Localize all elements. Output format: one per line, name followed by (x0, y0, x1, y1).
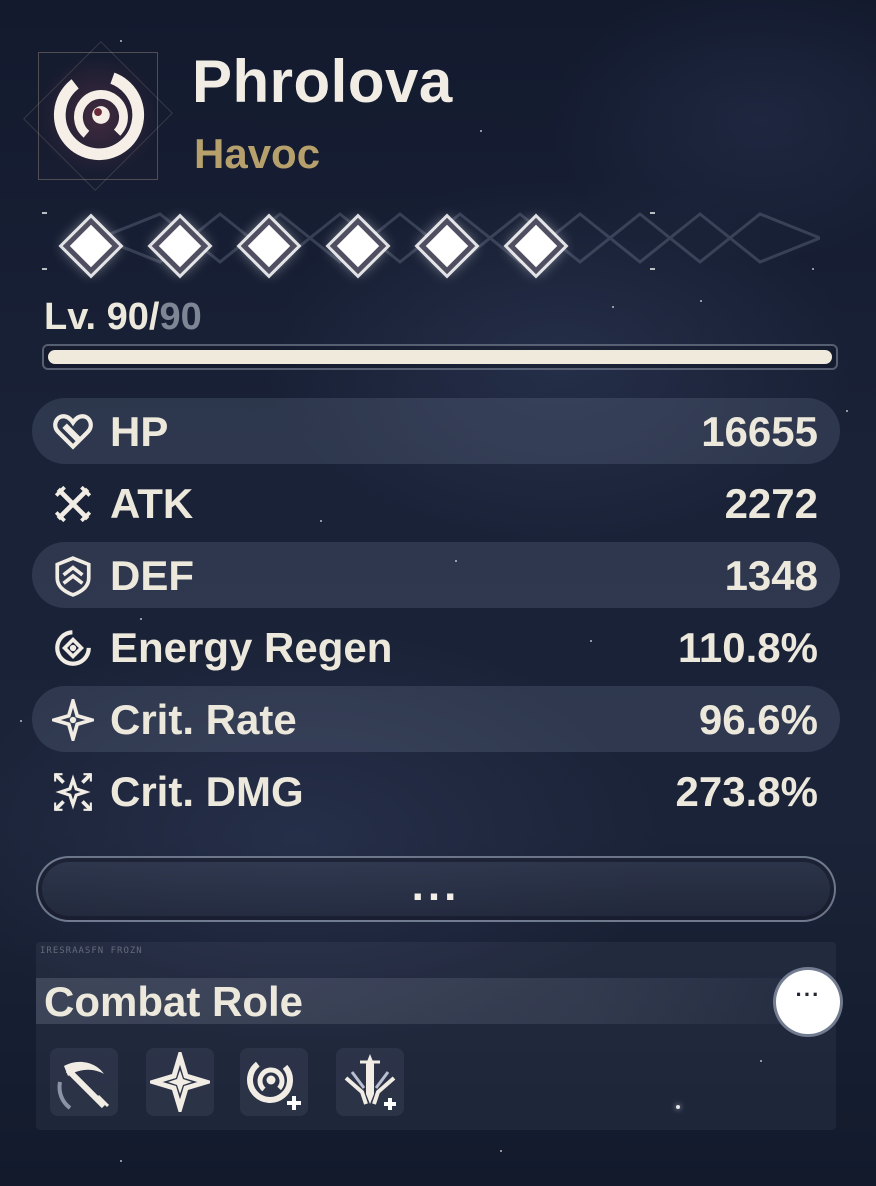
stat-name: Energy Regen (110, 624, 393, 671)
more-stats-label: ... (411, 861, 461, 910)
stat-value: 16655 (701, 408, 818, 455)
star-role-icon (150, 1052, 210, 1112)
stat-value: 2272 (724, 480, 818, 527)
slash-role-icon (57, 1061, 110, 1110)
stat-row-crit-rate: Crit. Rate 96.6% (32, 686, 840, 752)
crit-rate-icon (52, 699, 94, 741)
def-icon (55, 556, 91, 597)
stat-value: 110.8% (677, 624, 818, 671)
energy-regen-icon (55, 630, 91, 666)
combat-role-tag: IRESRAASFN FROZN (40, 946, 143, 956)
stat-row-crit-dmg: Crit. DMG 273.8% (32, 758, 840, 824)
sequence-corner-mark (650, 268, 655, 270)
stat-name: DEF (110, 552, 194, 599)
atk-icon (54, 485, 92, 523)
more-stats-button[interactable]: ... (36, 856, 836, 922)
character-element: Havoc (194, 130, 321, 177)
stat-value: 273.8% (675, 768, 818, 815)
combat-role-sword-plus[interactable] (336, 1048, 404, 1116)
hp-icon (53, 414, 93, 450)
stat-name: HP (110, 408, 169, 455)
level-current: Lv. 90/ (44, 296, 160, 338)
level-progress-bar (42, 344, 838, 370)
more-icon: ··· (795, 982, 821, 1007)
stat-value: 1348 (724, 552, 818, 599)
crit-dmg-icon (53, 772, 93, 812)
level-progress-fill (48, 350, 832, 364)
sequence-corner-mark (42, 268, 47, 270)
havoc-plus-role-icon (247, 1057, 301, 1110)
stat-value: 96.6% (698, 696, 818, 743)
combat-role-havoc-plus[interactable] (240, 1048, 308, 1116)
sequence-corner-mark (650, 212, 655, 214)
sequence-corner-mark (42, 212, 47, 214)
combat-role-title: Combat Role (44, 978, 304, 1025)
combat-role-star[interactable] (146, 1048, 214, 1116)
stat-name: Crit. DMG (110, 768, 304, 815)
stat-row-atk: ATK 2272 (32, 470, 840, 536)
stat-row-energy-regen: Energy Regen 110.8% (32, 614, 840, 680)
stat-name: ATK (110, 480, 194, 527)
combat-role-slash[interactable] (50, 1048, 118, 1116)
stat-row-def: DEF 1348 (32, 542, 840, 608)
stat-name: Crit. Rate (110, 696, 297, 743)
level-label: Lv. 90/90 (44, 292, 202, 342)
havoc-swirl-icon (53, 69, 145, 161)
level-max: 90 (159, 296, 202, 338)
character-name: Phrolova (192, 48, 453, 115)
stat-row-hp: HP 16655 (32, 398, 840, 464)
sword-plus-role-icon (344, 1054, 396, 1110)
combat-role-info-button[interactable]: ··· (776, 970, 840, 1034)
